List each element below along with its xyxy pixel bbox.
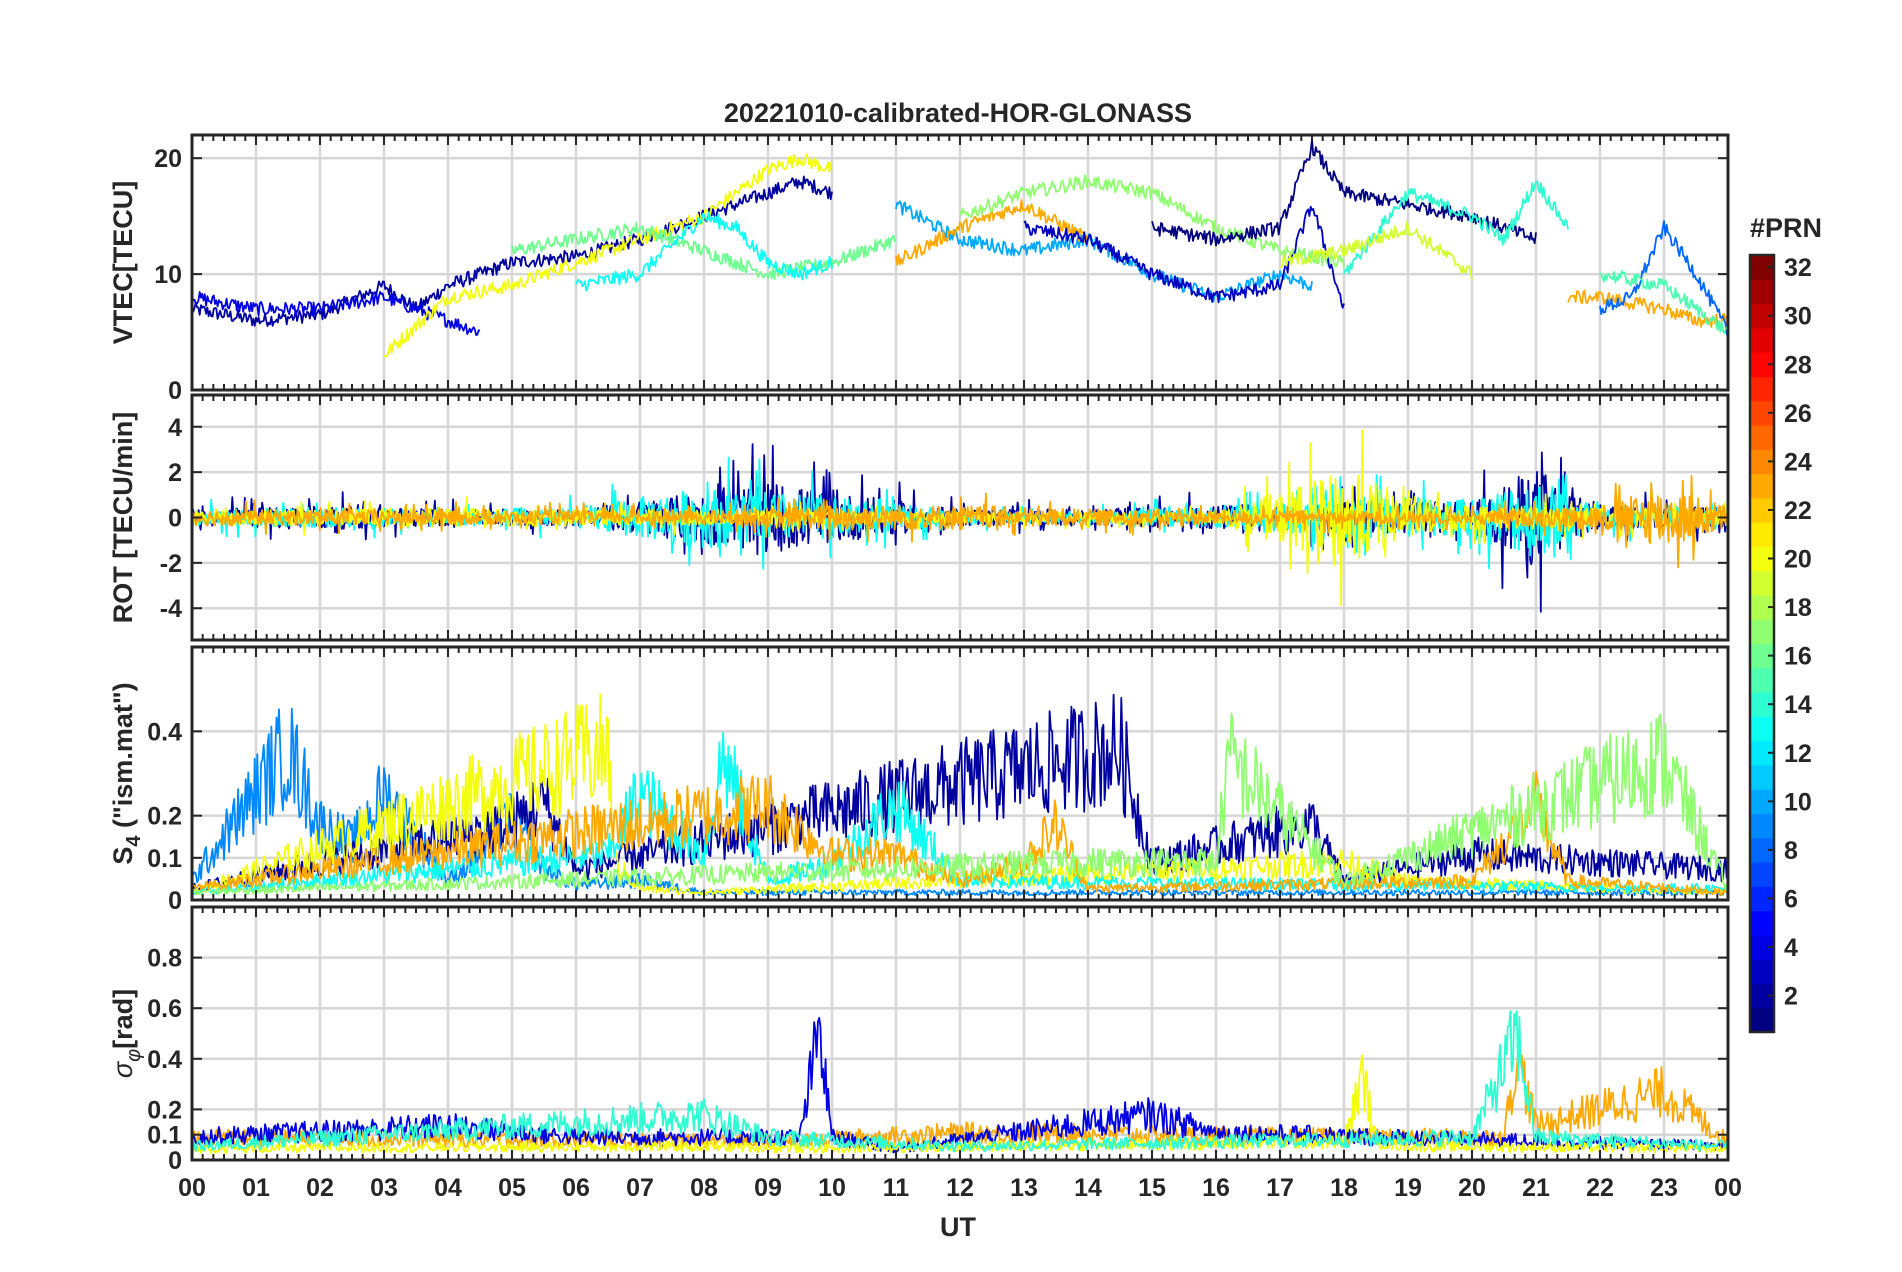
x-tick-label: 18 (1330, 1174, 1358, 1202)
x-tick-label: 14 (1074, 1174, 1102, 1202)
x-tick-label: 10 (818, 1174, 846, 1202)
colorbar-segment (1750, 813, 1774, 839)
y-tick-label: 0 (168, 1147, 182, 1175)
colorbar-tick-label: 20 (1784, 546, 1812, 574)
panels: 20100VTEC[TECU]420-2-4ROT [TECU/min]0.40… (108, 133, 1742, 1202)
x-tick-label: 03 (370, 1174, 398, 1202)
colorbar-segment (1750, 619, 1774, 645)
colorbar-tick-label: 28 (1784, 351, 1812, 379)
colorbar-tick-label: 22 (1784, 497, 1812, 525)
x-tick-label: 13 (1010, 1174, 1038, 1202)
colorbar-segment (1750, 570, 1774, 596)
colorbar-segment (1750, 279, 1774, 305)
colorbar-segment (1750, 959, 1774, 985)
x-tick-label: 01 (242, 1174, 270, 1202)
y-tick-label: 10 (154, 261, 182, 289)
colorbar-segment (1750, 327, 1774, 353)
y-tick-label: 0 (168, 887, 182, 915)
colorbar-segment (1750, 376, 1774, 402)
colorbar-tick-label: 18 (1784, 594, 1812, 622)
y-tick-label: 4 (168, 414, 182, 442)
y-tick-label: -4 (160, 595, 182, 623)
y-tick-label: 0.6 (147, 995, 182, 1023)
panel-sigma: 0.80.60.40.20.10σφ[rad] (108, 905, 1730, 1175)
x-tick-label: 07 (626, 1174, 654, 1202)
x-tick-label: 12 (946, 1174, 974, 1202)
y-tick-label: 0.2 (147, 1096, 182, 1124)
colorbar-tick-label: 12 (1784, 740, 1812, 768)
figure: 20221010-calibrated-HOR-GLONASS 20100VTE… (0, 0, 1902, 1272)
x-tick-label: 00 (178, 1174, 206, 1202)
x-axis-label: UT (940, 1212, 976, 1242)
colorbar-tick-label: 32 (1784, 254, 1812, 282)
colorbar-tick-label: 4 (1784, 934, 1798, 962)
x-tick-label: 17 (1266, 1174, 1294, 1202)
y-tick-label: 0 (168, 377, 182, 405)
x-tick-label: 19 (1394, 1174, 1422, 1202)
colorbar-segment (1750, 764, 1774, 790)
colorbar-tick-label: 8 (1784, 837, 1798, 865)
colorbar-tick-label: 26 (1784, 400, 1812, 428)
y-tick-label: 0.1 (147, 1122, 182, 1150)
y-axis-label-vtec: VTEC[TECU] (108, 181, 138, 345)
chart-title: 20221010-calibrated-HOR-GLONASS (724, 98, 1192, 128)
x-tick-label: 08 (690, 1174, 718, 1202)
x-tick-label: 23 (1650, 1174, 1678, 1202)
colorbar-segment (1750, 667, 1774, 693)
panel-s4: 0.40.20.10S4 ("ism.mat") (108, 645, 1730, 915)
colorbar-tick-label: 24 (1784, 448, 1812, 476)
y-tick-label: 2 (168, 459, 182, 487)
colorbar-segment (1750, 473, 1774, 499)
y-tick-label: 0.4 (147, 718, 182, 746)
panel-rot: 4 2 0 -2 -4 ROT [TECU/min] (108, 393, 1730, 642)
y-tick-label: 0.8 (147, 945, 182, 973)
x-tick-label: 05 (498, 1174, 526, 1202)
x-tick-label: 00 (1714, 1174, 1742, 1202)
y-tick-label: 20 (154, 145, 182, 173)
y-tick-label: 0 (168, 505, 182, 533)
y-axis-label-rot: ROT [TECU/min] (108, 412, 138, 623)
x-tick-label: 22 (1586, 1174, 1614, 1202)
panel-vtec: 20 10 0 VTEC[TECU] (108, 133, 1730, 405)
x-tick-label: 06 (562, 1174, 590, 1202)
x-tick-label: 20 (1458, 1174, 1486, 1202)
colorbar-segment (1750, 910, 1774, 936)
y-tick-label: -2 (160, 550, 182, 578)
colorbar-label: #PRN (1750, 213, 1822, 243)
colorbar-segment (1750, 716, 1774, 742)
colorbar-tick-label: 16 (1784, 643, 1812, 671)
x-tick-label: 09 (754, 1174, 782, 1202)
colorbar-segment (1750, 1007, 1774, 1033)
colorbar-segment (1750, 522, 1774, 547)
x-tick-label: 11 (883, 1174, 910, 1202)
x-tick-label: 15 (1138, 1174, 1166, 1202)
y-tick-label: 0.1 (147, 845, 182, 873)
x-tick-label: 04 (434, 1174, 462, 1202)
colorbar-tick-label: 2 (1784, 983, 1798, 1011)
colorbar-segment (1750, 424, 1774, 450)
x-tick-label: 21 (1522, 1174, 1550, 1202)
x-tick-label: 16 (1202, 1174, 1230, 1202)
y-tick-label: 0.2 (147, 803, 182, 831)
colorbar-tick-label: 30 (1784, 303, 1812, 331)
colorbar-tick-label: 10 (1784, 788, 1812, 816)
colorbar-segment (1750, 862, 1774, 887)
x-tick-label: 02 (306, 1174, 334, 1202)
colorbar-tick-label: 6 (1784, 885, 1798, 913)
colorbar-tick-label: 14 (1784, 691, 1812, 719)
y-tick-label: 0.4 (147, 1046, 182, 1074)
